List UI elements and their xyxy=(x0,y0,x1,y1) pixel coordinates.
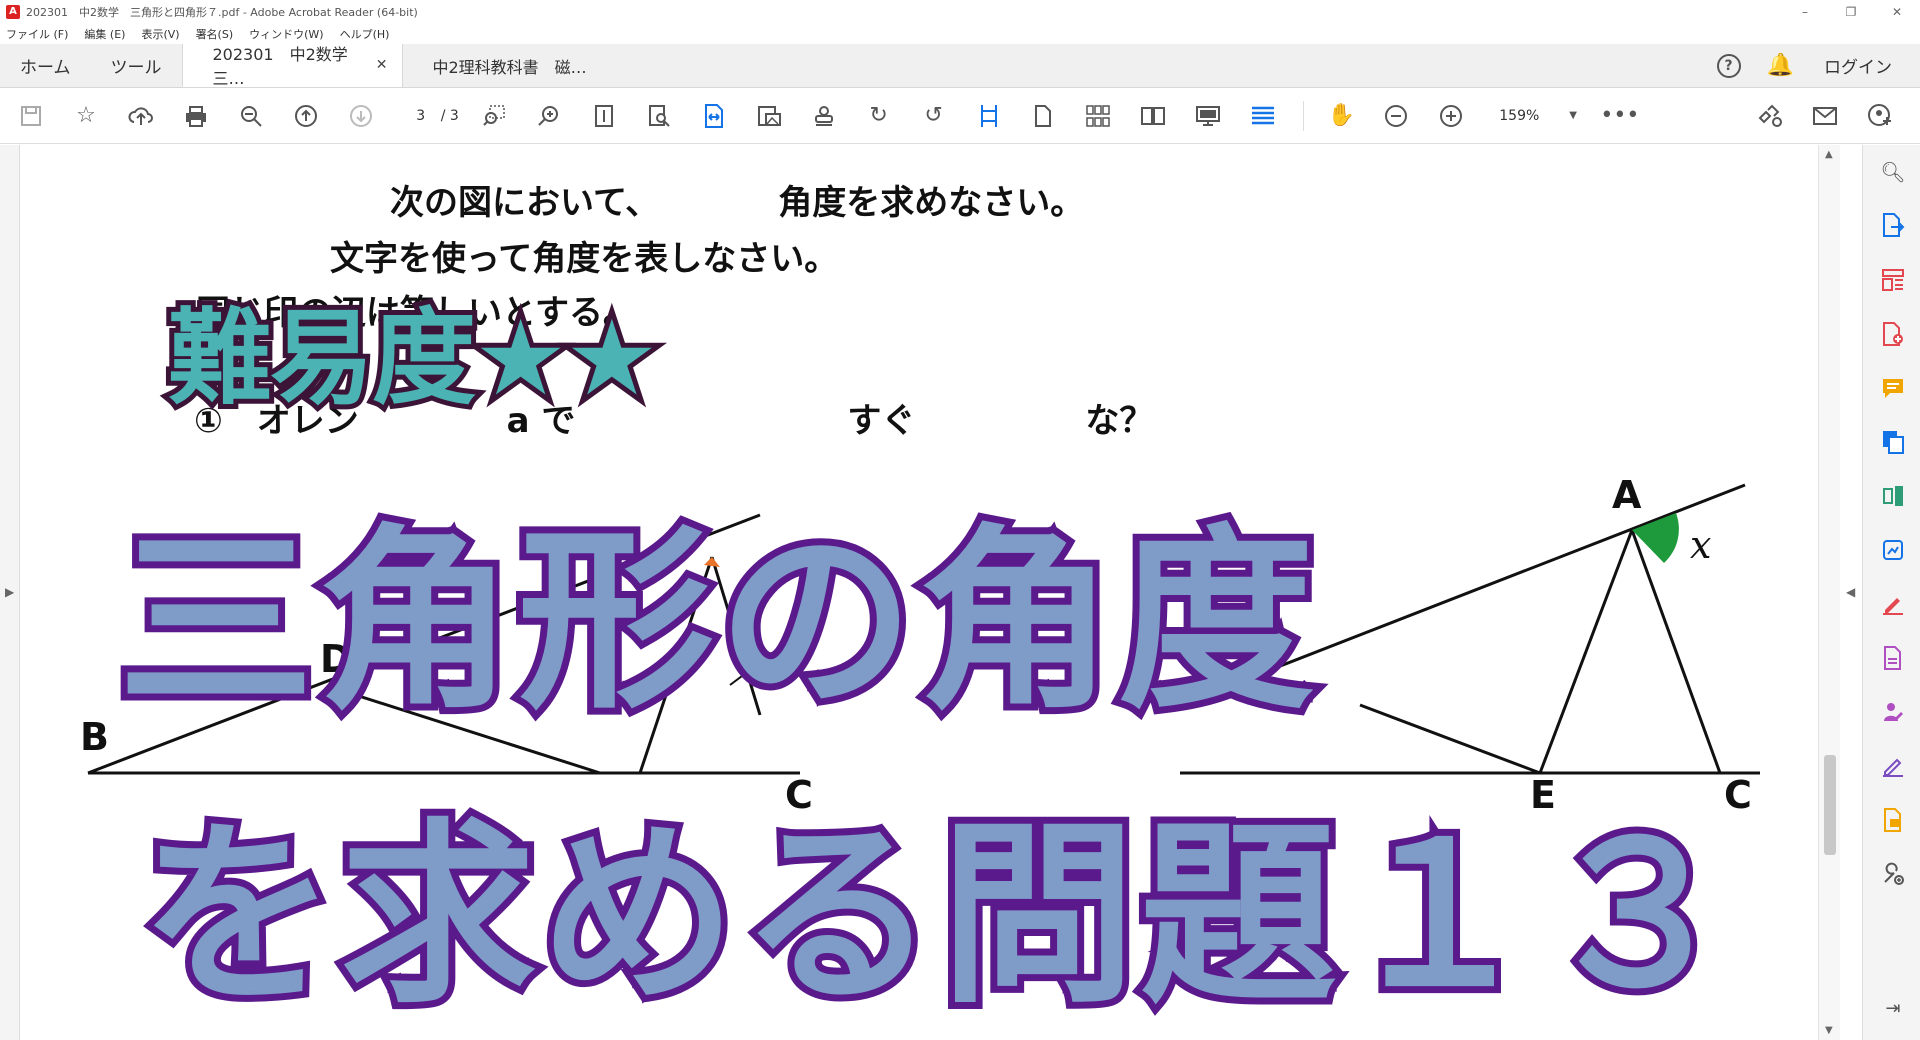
crop-compare-icon[interactable] xyxy=(974,101,1004,131)
tab-document-2[interactable]: 中2理科教科書 磁… xyxy=(401,44,622,87)
more-tools-icon[interactable]: ••• xyxy=(1600,101,1639,131)
menu-sign[interactable]: 署名(S) xyxy=(196,26,234,42)
previous-page-icon[interactable] xyxy=(291,101,321,131)
upload-cloud-icon[interactable] xyxy=(126,101,156,131)
fill-and-sign-icon[interactable] xyxy=(1880,591,1906,617)
collapse-right-panel-icon[interactable]: ◀ xyxy=(1846,585,1855,599)
zoom-out-search-icon[interactable] xyxy=(236,101,266,131)
right-panel-collapse[interactable]: ◀ xyxy=(1840,145,1862,1040)
tab-document-title: 202301 中2数学 三… xyxy=(212,45,364,88)
difficulty-rating: 難易度★★ xyxy=(163,292,663,424)
right-tools-panel: 🔍︎ ⇥ xyxy=(1862,145,1920,1040)
next-page-icon[interactable] xyxy=(346,101,376,131)
close-tab-icon[interactable]: ✕ xyxy=(376,57,388,73)
combine-files-icon[interactable] xyxy=(1880,429,1906,455)
add-user-icon[interactable] xyxy=(1865,101,1895,131)
tab-tools[interactable]: ツール xyxy=(91,44,182,87)
tab-home[interactable]: ホーム xyxy=(0,44,91,87)
edit-pdf-icon[interactable] xyxy=(1880,267,1906,293)
organize-pages-tool-icon[interactable] xyxy=(1880,483,1906,509)
request-signature-icon[interactable] xyxy=(1880,699,1906,725)
zoom-in-search-icon[interactable] xyxy=(534,101,564,131)
save-icon[interactable] xyxy=(16,101,46,131)
point-label-b: B xyxy=(80,715,109,759)
organize-pages-icon[interactable] xyxy=(1083,101,1113,131)
restore-button[interactable]: ❐ xyxy=(1828,0,1874,24)
marquee-zoom-icon[interactable] xyxy=(479,101,509,131)
zoom-in-icon[interactable] xyxy=(1436,101,1466,131)
compress-pdf-icon[interactable] xyxy=(1880,807,1906,833)
main-toolbar: ☆ 3 / 3 ↻ ↺ ✋ 159% ▼ ••• xyxy=(0,88,1920,144)
page-navigator: 3 / 3 xyxy=(401,108,459,124)
comment-icon[interactable] xyxy=(1880,375,1906,401)
toolbar-separator xyxy=(1303,100,1305,131)
vertical-scrollbar[interactable]: ▲ ▼ xyxy=(1818,145,1840,1040)
angle-label-x: 𝑥 xyxy=(1690,523,1712,567)
scrolling-mode-icon[interactable] xyxy=(1248,101,1278,131)
tab-document-active[interactable]: 202301 中2数学 三… ✕ xyxy=(181,44,402,88)
page-fit-icon[interactable] xyxy=(589,101,619,131)
menu-file[interactable]: ファイル (F) xyxy=(6,26,68,42)
scroll-down-icon[interactable]: ▼ xyxy=(1825,1025,1833,1036)
point-label-a: A xyxy=(1612,473,1642,517)
window-title: 202301 中2数学 三角形と四角形７.pdf - Adobe Acrobat… xyxy=(26,6,418,19)
image-export-icon[interactable] xyxy=(754,101,784,131)
find-in-page-icon[interactable] xyxy=(644,101,674,131)
rotate-clockwise-icon[interactable]: ↻ xyxy=(864,101,894,131)
zoom-level-field[interactable]: 159% xyxy=(1499,108,1569,124)
two-page-view-icon[interactable] xyxy=(1138,101,1168,131)
title-bar: A 202301 中2数学 三角形と四角形７.pdf - Adobe Acrob… xyxy=(0,0,1920,24)
document-viewport[interactable]: 次の図において、 角度を求めなさい。 文字を使って角度を表しなさい。 同じ印の辺… xyxy=(0,145,1860,1040)
tab-bar: ホーム ツール 202301 中2数学 三… ✕ 中2理科教科書 磁… ? 🔔 … xyxy=(0,44,1920,88)
menu-window[interactable]: ウィンドウ(W) xyxy=(249,26,323,42)
create-pdf-icon[interactable] xyxy=(1880,321,1906,347)
headline-line-2: を求める問題１３ xyxy=(133,795,1743,1037)
scroll-up-icon[interactable]: ▲ xyxy=(1825,149,1833,160)
single-page-icon[interactable] xyxy=(1029,101,1059,131)
login-button[interactable]: ログイン xyxy=(1824,53,1892,78)
more-tools-wrench-icon[interactable] xyxy=(1880,861,1906,887)
zoom-out-icon[interactable] xyxy=(1381,101,1411,131)
acrobat-window: A 202301 中2数学 三角形と四角形７.pdf - Adobe Acrob… xyxy=(0,0,1920,1040)
email-icon[interactable] xyxy=(1810,101,1840,131)
print-icon[interactable] xyxy=(181,101,211,131)
bookmark-star-icon[interactable]: ☆ xyxy=(71,101,101,131)
scan-ocr-icon[interactable] xyxy=(1880,537,1906,563)
sign-tool-icon[interactable] xyxy=(1880,753,1906,779)
left-panel-toggle[interactable]: ▶ xyxy=(0,145,20,1040)
protect-pdf-icon[interactable] xyxy=(1880,645,1906,671)
stamp-icon[interactable] xyxy=(809,101,839,131)
presentation-mode-icon[interactable] xyxy=(1193,101,1223,131)
expand-left-panel-icon[interactable]: ▶ xyxy=(5,585,14,599)
hand-tool-icon[interactable]: ✋ xyxy=(1326,101,1356,131)
right-triangle-side-1 xyxy=(1538,529,1634,774)
export-pdf-icon[interactable] xyxy=(1880,212,1906,238)
notification-bell-icon[interactable]: 🔔 xyxy=(1767,53,1794,78)
menu-edit[interactable]: 編集 (E) xyxy=(84,26,125,42)
page-total: / 3 xyxy=(440,107,459,124)
menu-help[interactable]: ヘルプ(H) xyxy=(340,26,390,42)
fit-width-icon[interactable] xyxy=(699,101,729,131)
zoom-search-icon[interactable]: 🔍︎ xyxy=(1880,159,1906,185)
help-icon[interactable]: ? xyxy=(1716,53,1741,78)
collapse-tools-icon[interactable]: ⇥ xyxy=(1880,995,1906,1021)
rotate-counterclockwise-icon[interactable]: ↺ xyxy=(919,101,949,131)
share-link-icon[interactable] xyxy=(1755,101,1785,131)
headline-line-1: 三角形の角度 xyxy=(111,501,1321,743)
scroll-thumb[interactable] xyxy=(1824,755,1836,855)
zoom-dropdown-icon[interactable]: ▼ xyxy=(1569,110,1577,121)
acrobat-app-icon: A xyxy=(6,5,20,19)
menu-view[interactable]: 表示(V) xyxy=(141,26,179,42)
close-window-button[interactable]: ✕ xyxy=(1874,0,1920,24)
minimize-button[interactable]: – xyxy=(1782,0,1828,24)
tab-document-2-title: 中2理科教科書 磁… xyxy=(432,57,587,77)
page-number-input[interactable]: 3 xyxy=(401,108,441,124)
